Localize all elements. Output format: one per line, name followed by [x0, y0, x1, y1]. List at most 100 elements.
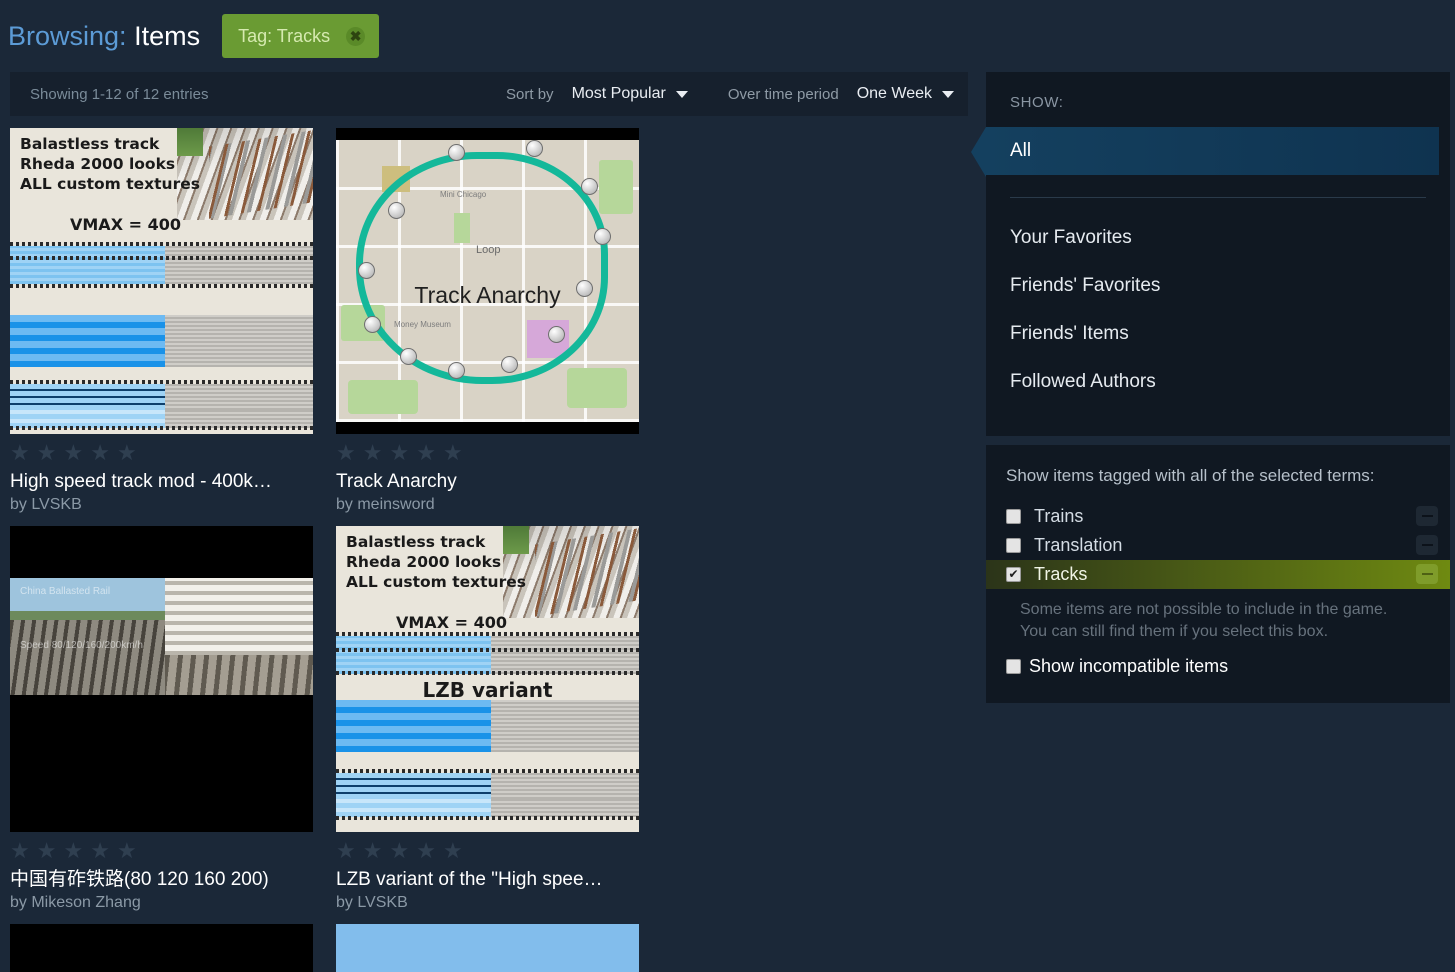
minus-icon[interactable]: [1416, 535, 1438, 556]
star-icon: ★: [362, 440, 383, 465]
sort-controls: Sort by Most Popular Over time period On…: [494, 85, 968, 103]
thumb-art-china-railway-video: China Ballasted Rail Speed 80/120/160/20…: [10, 526, 313, 832]
sidebar-item-friends-items[interactable]: Friends' Items: [986, 310, 1450, 358]
page-title: Browsing: Items: [8, 21, 200, 52]
show-filter-panel: SHOW: All Your Favorites Friends' Favori…: [971, 72, 1450, 436]
star-icon: ★: [416, 837, 436, 863]
sort-by-dropdown[interactable]: Most Popular: [566, 85, 702, 103]
show-incompatible-row[interactable]: Show incompatible items: [986, 654, 1450, 677]
star-icon: ★: [10, 837, 30, 863]
star-icon: ★: [389, 440, 410, 465]
sidebar-item-label: Friends' Items: [1010, 323, 1129, 344]
results-count: Showing 1-12 of 12 entries: [30, 85, 209, 103]
rating-stars[interactable]: ★ ★ ★ ★ ★: [10, 832, 336, 868]
page-header: Browsing: Items Tag: Tracks ✖: [0, 0, 1455, 72]
checkbox-trains[interactable]: [1006, 508, 1021, 524]
workshop-item-card[interactable]: Balastless track Rheda 2000 looks ALL cu…: [336, 525, 662, 912]
poster-line-2: Rheda 2000 looks: [346, 552, 502, 571]
rating-stars[interactable]: ★ ★ ★ ★ ★: [10, 434, 336, 470]
item-author[interactable]: by LVSKB: [336, 892, 662, 912]
item-title[interactable]: 中国有砟铁路(80 120 160 200): [10, 868, 313, 892]
star-icon: ★: [442, 837, 463, 863]
workshop-item-card[interactable]: Road Mod 160KM/h 双线间距请设置4米 分支请微操 ★ ★ ★ ★…: [10, 923, 336, 972]
thumb-art-track-mod-poster: Balastless track Rheda 2000 looks ALL cu…: [336, 525, 639, 832]
sidebar-divider: [1010, 197, 1426, 198]
workshop-item-card[interactable]: Balastless track Rheda 2000 looks ALL cu…: [10, 128, 336, 514]
time-period-label: Over time period: [727, 85, 839, 103]
item-title[interactable]: LZB variant of the "High spee…: [336, 868, 639, 892]
item-thumbnail[interactable]: Balastless track Rheda 2000 looks ALL cu…: [10, 128, 313, 434]
star-icon: ★: [336, 837, 356, 863]
map-overlay-title: Track Anarchy: [414, 282, 561, 308]
tag-filter-row-tracks[interactable]: ✔ Tracks: [986, 559, 1450, 589]
time-period-dropdown[interactable]: One Week: [851, 85, 968, 103]
checkbox-tracks[interactable]: ✔: [1006, 566, 1021, 582]
thumb-art-track-anarchy-map: Loop Mini Chicago Money Museum Track Ana…: [336, 128, 639, 434]
item-title[interactable]: High speed track mod - 400k…: [10, 470, 313, 494]
minus-icon[interactable]: [1416, 506, 1438, 527]
thumb-art-track-mod-poster: Balastless track Rheda 2000 looks ALL cu…: [10, 128, 313, 434]
sidebar-item-your-favorites[interactable]: Your Favorites: [986, 214, 1450, 262]
thumb-art-sea-route-markers: Sea Route Markers: [336, 923, 639, 972]
item-author[interactable]: by meinsword: [336, 494, 662, 514]
page-body: Showing 1-12 of 12 entries Sort by Most …: [0, 72, 1455, 972]
sidebar-secondary-list: Your Favorites Friends' Favorites Friend…: [986, 214, 1450, 406]
star-icon: ★: [116, 440, 137, 465]
sort-by-value: Most Popular: [571, 85, 666, 102]
minus-icon[interactable]: [1416, 564, 1438, 585]
item-thumbnail[interactable]: China Ballasted Rail Speed 80/120/160/20…: [10, 525, 313, 832]
sidebar-item-friends-favorites[interactable]: Friends' Favorites: [986, 262, 1450, 310]
item-title[interactable]: Track Anarchy: [336, 470, 639, 494]
star-icon: ★: [90, 440, 110, 465]
checkbox-translation[interactable]: [1006, 537, 1021, 553]
sidebar-column: SHOW: All Your Favorites Friends' Favori…: [971, 72, 1450, 704]
sidebar-item-label: Your Favorites: [1010, 227, 1132, 248]
results-column: Showing 1-12 of 12 entries Sort by Most …: [0, 72, 980, 972]
tag-filter-panel: Show items tagged with all of the select…: [986, 445, 1450, 704]
sort-by-label: Sort by: [506, 85, 554, 103]
show-incompatible-label: Show incompatible items: [1029, 656, 1229, 677]
chevron-down-icon: [942, 90, 954, 98]
tag-filter-heading: Show items tagged with all of the select…: [1006, 466, 1375, 485]
workshop-item-card[interactable]: Loop Mini Chicago Money Museum Track Ana…: [336, 128, 662, 514]
close-icon[interactable]: ✖: [346, 26, 366, 46]
poster-line-1: Balastless track: [20, 135, 160, 153]
tag-label: Translation: [1034, 534, 1123, 555]
poster-line-3: ALL custom textures: [20, 175, 200, 194]
incompatible-note: Some items are not possible to include i…: [1020, 600, 1388, 640]
tag-label: Trains: [1034, 505, 1084, 526]
poster-vmax: VMAX = 400: [396, 612, 507, 632]
star-icon: ★: [36, 837, 57, 863]
poster-line-2: Rheda 2000 looks: [20, 155, 176, 174]
item-thumbnail[interactable]: Balastless track Rheda 2000 looks ALL cu…: [336, 525, 639, 832]
item-thumbnail[interactable]: Sea Route Markers: [336, 923, 639, 972]
poster-line-1: Balastless track: [346, 532, 486, 551]
item-author[interactable]: by LVSKB: [10, 494, 336, 514]
star-icon: ★: [362, 837, 383, 863]
star-icon: ★: [36, 440, 57, 465]
tag-filter-row-trains[interactable]: Trains: [986, 502, 1450, 531]
video-caption-1: China Ballasted Rail: [20, 585, 111, 597]
poster-vmax: VMAX = 400: [70, 215, 181, 234]
workshop-item-card[interactable]: Sea Route Markers ★ ★ ★ ★ ★ Sea Route Ma…: [336, 923, 662, 972]
active-tag-chip[interactable]: Tag: Tracks ✖: [222, 14, 380, 58]
workshop-item-grid: Balastless track Rheda 2000 looks ALL cu…: [0, 116, 980, 972]
item-thumbnail[interactable]: Road Mod 160KM/h 双线间距请设置4米 分支请微操: [10, 923, 313, 972]
results-filter-bar: Showing 1-12 of 12 entries Sort by Most …: [10, 72, 968, 116]
sidebar-item-followed-authors[interactable]: Followed Authors: [986, 358, 1450, 406]
workshop-item-card[interactable]: China Ballasted Rail Speed 80/120/160/20…: [10, 525, 336, 912]
rating-stars[interactable]: ★ ★ ★ ★ ★: [336, 434, 662, 470]
star-icon: ★: [116, 837, 137, 863]
tag-label: Tracks: [1034, 563, 1088, 584]
thumb-art-china-road-mod: Road Mod 160KM/h 双线间距请设置4米 分支请微操: [10, 924, 313, 972]
item-author[interactable]: by Mikeson Zhang: [10, 892, 336, 912]
browsing-target: Items: [134, 20, 201, 51]
star-icon: ★: [336, 440, 356, 465]
video-caption-2: Speed 80/120/160/200km/h: [20, 639, 143, 651]
rating-stars[interactable]: ★ ★ ★ ★ ★: [336, 832, 662, 868]
tag-filter-row-translation[interactable]: Translation: [986, 531, 1450, 560]
sidebar-item-all[interactable]: All: [971, 127, 1439, 177]
star-icon: ★: [10, 440, 30, 465]
checkbox-show-incompatible[interactable]: [1006, 659, 1021, 675]
item-thumbnail[interactable]: Loop Mini Chicago Money Museum Track Ana…: [336, 128, 639, 434]
